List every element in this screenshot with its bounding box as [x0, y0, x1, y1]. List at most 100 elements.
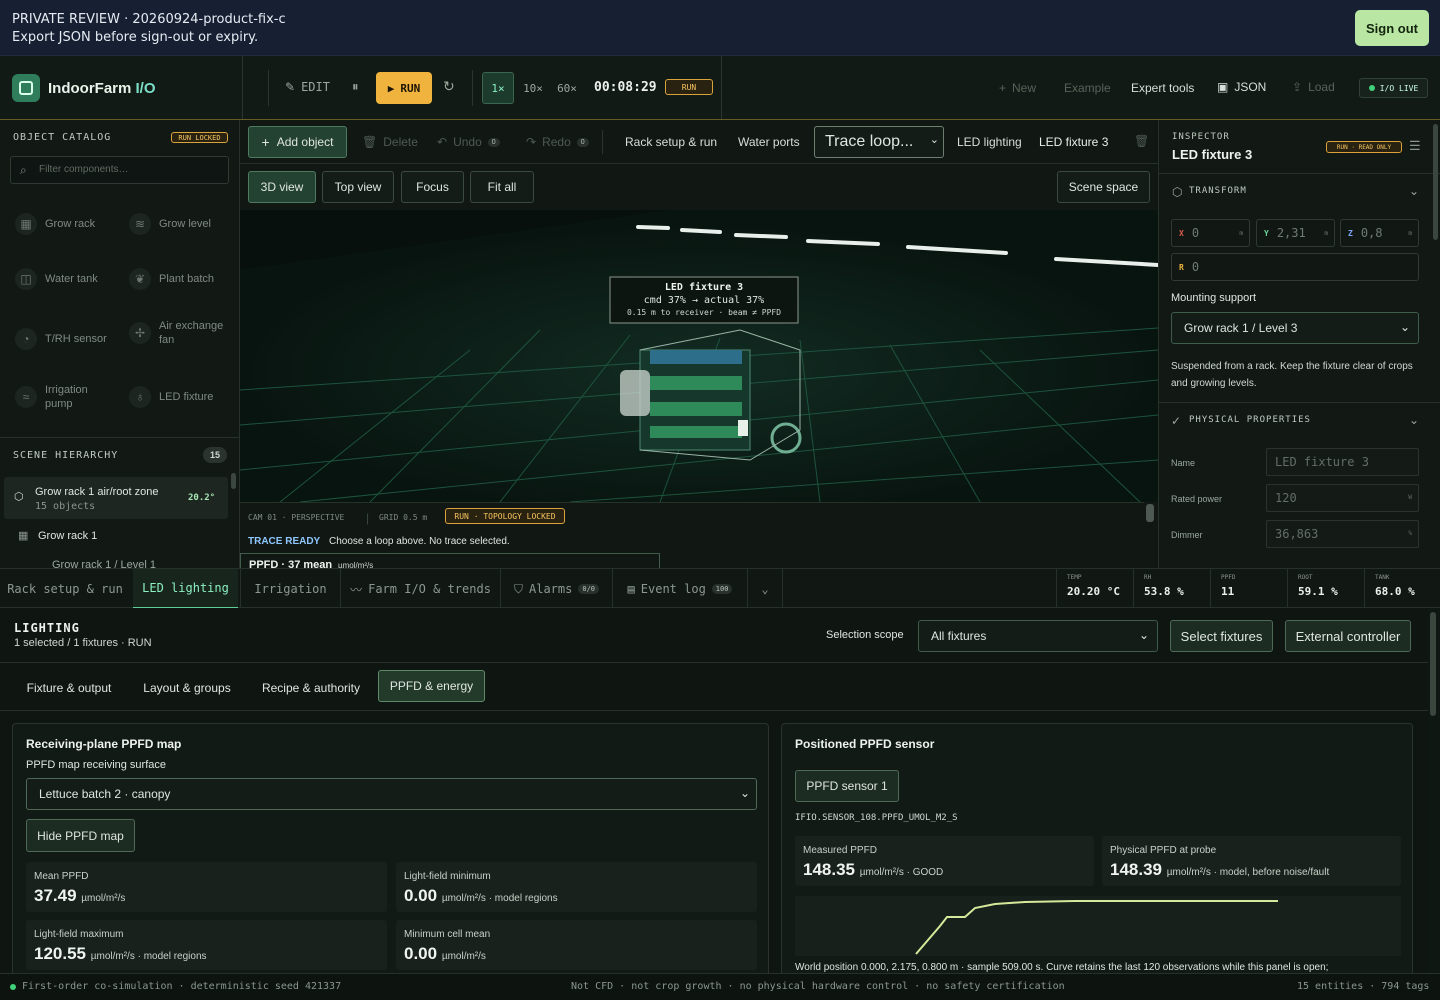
subtab-recipe-authority[interactable]: Recipe & authority — [250, 672, 372, 704]
tab-led-lighting[interactable]: LED lighting — [133, 569, 238, 609]
edit-mode-button[interactable]: ✎ EDIT — [285, 80, 330, 94]
kpi-min-cell-mean: Minimum cell mean 0.00 µmol/m²/s — [396, 920, 757, 970]
cube-icon: ⬡ — [1172, 185, 1183, 199]
hide-ppfd-map-button[interactable]: Hide PPFD map — [26, 819, 135, 852]
undo-button[interactable]: ↶ Undo 0 — [437, 135, 500, 149]
new-button[interactable]: + New — [999, 81, 1036, 95]
position-y-field[interactable]: Y 2,31 m — [1256, 219, 1335, 247]
scene-panel: + Add object 🗑 Delete ↶ Undo 0 ↷ Redo 0 Rack s… — [240, 120, 1158, 569]
name-input[interactable]: LED fixture 3 — [1266, 448, 1419, 476]
position-z-field[interactable]: Z 0,8 m — [1340, 219, 1419, 247]
inspector-scrollbar[interactable] — [1433, 124, 1438, 240]
chevron-down-icon[interactable]: ⌄ — [1409, 184, 1419, 198]
lighting-title: LIGHTING — [14, 621, 80, 635]
catalog-item-led-fixture[interactable]: ♁ LED fixture — [129, 386, 213, 408]
position-x-field[interactable]: X0m — [1171, 219, 1250, 247]
tab-alarms[interactable]: ⛉ Alarms 0/0 — [500, 569, 612, 609]
tab-irrigation[interactable]: Irrigation — [240, 569, 340, 609]
catalog-item-grow-level[interactable]: ≋ Grow level — [129, 213, 211, 235]
delete-button[interactable]: 🗑 Delete — [362, 135, 418, 149]
catalog-item-fan[interactable]: ✢ Air exchange fan — [129, 319, 229, 347]
3d-viewport[interactable]: LED fixture 3 cmd 37% → actual 37% 0.15 … — [240, 210, 1158, 502]
add-object-button[interactable]: + Add object — [248, 126, 347, 158]
subtab-layout-groups[interactable]: Layout & groups — [132, 672, 242, 704]
json-export-button[interactable]: ▣ JSON — [1217, 80, 1266, 94]
kpi-light-max: Light-field maximum 120.55 µmol/m²/s · mo… — [26, 920, 387, 970]
ppfd-trend-chart — [795, 896, 1401, 956]
kpi-light-min: Light-field minimum 0.00 µmol/m²/s · mode… — [396, 862, 757, 912]
dimmer-input[interactable]: 36,863% — [1266, 520, 1419, 548]
hierarchy-count-badge: 15 — [203, 447, 227, 463]
water-ports-link[interactable]: Water ports — [738, 135, 800, 149]
ppfd-trend-line — [915, 900, 1278, 955]
led-lighting-link[interactable]: LED lighting — [957, 135, 1022, 149]
hierarchy-row-zone[interactable]: ⬡ Grow rack 1 air/root zone 15 objects 2… — [4, 477, 228, 519]
subtab-fixture-output[interactable]: Fixture & output — [14, 672, 124, 704]
sliders-icon[interactable]: ☰ — [1409, 138, 1421, 154]
speed-60x[interactable]: 60× — [552, 72, 582, 104]
speed-1x[interactable]: 1× — [482, 72, 514, 104]
trash-icon[interactable]: 🗑 — [1134, 134, 1149, 148]
fit-all-button[interactable]: Fit all — [470, 171, 534, 203]
focus-button[interactable]: Focus — [401, 171, 464, 203]
scene-space-button[interactable]: Scene space — [1057, 171, 1150, 203]
catalog-item-water-tank[interactable]: ◫ Water tank — [15, 268, 98, 290]
waves-icon: ≈ — [15, 386, 37, 408]
catalog-item-irrigation-pump[interactable]: ≈ Irrigation pump — [15, 383, 115, 411]
catalog-item-grow-rack[interactable]: ▦ Grow rack — [15, 213, 95, 235]
viewport-scrollbar[interactable] — [1146, 504, 1154, 522]
chevron-down-icon[interactable]: ⌄ — [1409, 413, 1419, 427]
selection-scope-select[interactable]: All fixtures ⌄ — [918, 620, 1158, 652]
catalog-filter-input[interactable]: ⌕ Filter components… — [10, 156, 229, 184]
mounting-support-label: Mounting support — [1171, 292, 1256, 304]
transform-section-title[interactable]: TRANSFORM — [1189, 186, 1247, 196]
chevron-down-icon: ⌄ — [1138, 628, 1149, 642]
tabs-more-chevron-icon[interactable]: ⌄ — [747, 569, 783, 609]
tab-farm-io[interactable]: 〰 Farm I/O & trends — [340, 569, 500, 609]
ppfd-map-title: Receiving-plane PPFD map — [26, 737, 182, 751]
hierarchy-row-rack[interactable]: ▦ Grow rack 1 — [4, 529, 228, 547]
rated-power-label: Rated power — [1171, 494, 1223, 504]
hierarchy-scrollbar[interactable] — [231, 473, 236, 489]
run-button[interactable]: ▶ RUN — [376, 72, 432, 104]
chevron-down-icon: ⌄ — [739, 786, 750, 800]
view-3d-button[interactable]: 3D view — [248, 171, 316, 203]
pause-icon: ⏸ — [352, 79, 359, 94]
tooltip-distance: 0.15 m to receiver · beam ≠ PPFD — [626, 308, 782, 317]
rack-setup-link[interactable]: Rack setup & run — [625, 135, 717, 149]
rated-power-input[interactable]: 120 W — [1266, 484, 1419, 512]
external-controller-button[interactable]: External controller — [1285, 620, 1411, 652]
mounting-support-select[interactable]: Grow rack 1 / Level 3 ⌄ — [1171, 312, 1419, 344]
banner-title: PRIVATE REVIEW · 20260924-product-fix-c — [12, 12, 286, 27]
panel-scrollbar[interactable] — [1430, 612, 1436, 716]
catalog-item-plant-batch[interactable]: ❦ Plant batch — [129, 268, 214, 290]
subtab-ppfd-energy[interactable]: PPFD & energy — [378, 670, 485, 702]
undo-icon: ↶ — [437, 135, 448, 149]
trace-loop-select[interactable]: Trace loop... ⌄ — [814, 126, 944, 158]
hierarchy-row-level[interactable]: Grow rack 1 / Level 1 — [4, 558, 228, 568]
ppfd-sensor-button[interactable]: PPFD sensor 1 — [795, 770, 899, 802]
tab-rack-setup[interactable]: Rack setup & run — [0, 569, 130, 609]
surface-select[interactable]: Lettuce batch 2 · canopy ⌄ — [26, 778, 757, 810]
leaf-icon: ❦ — [129, 268, 151, 290]
view-top-button[interactable]: Top view — [322, 171, 394, 203]
rotation-field[interactable]: R0 — [1171, 253, 1419, 281]
inspector-title: INSPECTOR — [1172, 132, 1230, 142]
tab-event-log[interactable]: ▤ Event log 100 — [612, 569, 747, 609]
measured-ppfd-box: Measured PPFD 148.35 µmol/m²/s · GOOD — [795, 836, 1094, 886]
physical-section-title[interactable]: PHYSICAL PROPERTIES — [1189, 415, 1311, 425]
catalog-item-trh-sensor[interactable]: ◔ T/RH sensor — [15, 328, 107, 350]
sign-out-button[interactable]: Sign out — [1355, 10, 1429, 46]
catalog-lock-badge: RUN LOCKED — [171, 132, 228, 143]
load-button[interactable]: ⇪ Load — [1292, 80, 1335, 94]
select-fixtures-button[interactable]: Select fixtures — [1170, 620, 1273, 652]
expert-tools-button[interactable]: Expert tools — [1131, 81, 1194, 95]
speed-10x[interactable]: 10× — [518, 72, 548, 104]
scene-render — [240, 210, 1158, 502]
reset-button[interactable]: ↻ — [443, 78, 455, 95]
pause-button[interactable]: ⏸ — [352, 79, 359, 95]
redo-button[interactable]: ↷ Redo 0 — [526, 135, 589, 149]
example-button[interactable]: Example — [1064, 81, 1111, 95]
save-icon: ▣ — [1217, 80, 1229, 94]
read-only-badge: RUN · READ ONLY — [1326, 141, 1402, 153]
